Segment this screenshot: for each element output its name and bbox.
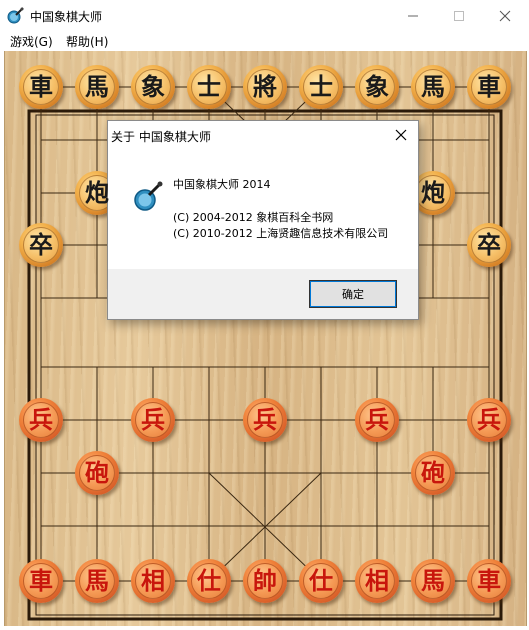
- piece-black-chariot[interactable]: 車: [19, 65, 63, 109]
- chess-app-icon: [7, 7, 24, 24]
- close-icon: [395, 129, 407, 141]
- piece-red-chariot[interactable]: 車: [467, 559, 511, 603]
- menu-game[interactable]: 游戏(G): [10, 32, 53, 51]
- dialog-copyright-2: (C) 2010-2012 上海贤趣信息技术有限公司: [173, 227, 389, 240]
- piece-black-soldier[interactable]: 卒: [467, 223, 511, 267]
- piece-black-elephant[interactable]: 象: [355, 65, 399, 109]
- dialog-close-button[interactable]: [390, 125, 412, 145]
- piece-red-soldier[interactable]: 兵: [467, 398, 511, 442]
- about-dialog: 关于 中国象棋大师 中国象棋大师 2014 (C) 2004-2012 象棋百科…: [107, 120, 419, 320]
- piece-black-elephant[interactable]: 象: [131, 65, 175, 109]
- piece-red-soldier[interactable]: 兵: [19, 398, 63, 442]
- piece-red-horse[interactable]: 馬: [411, 559, 455, 603]
- piece-red-elephant[interactable]: 相: [131, 559, 175, 603]
- piece-black-general[interactable]: 將: [243, 65, 287, 109]
- close-button[interactable]: [482, 0, 528, 31]
- piece-red-elephant[interactable]: 相: [355, 559, 399, 603]
- piece-red-general[interactable]: 帥: [243, 559, 287, 603]
- minimize-button[interactable]: [390, 0, 436, 31]
- piece-red-soldier[interactable]: 兵: [355, 398, 399, 442]
- piece-black-chariot[interactable]: 車: [467, 65, 511, 109]
- piece-red-advisor[interactable]: 仕: [299, 559, 343, 603]
- dialog-titlebar: 关于 中国象棋大师: [108, 121, 418, 148]
- chess-app-icon: [134, 181, 163, 211]
- piece-black-horse[interactable]: 馬: [75, 65, 119, 109]
- maximize-button[interactable]: [436, 0, 482, 31]
- window-titlebar: 中国象棋大师: [0, 0, 529, 31]
- close-icon: [499, 10, 511, 21]
- piece-red-soldier[interactable]: 兵: [131, 398, 175, 442]
- dialog-product-name: 中国象棋大师 2014: [173, 178, 271, 191]
- window-title: 中国象棋大师: [30, 10, 103, 24]
- piece-black-advisor[interactable]: 士: [299, 65, 343, 109]
- dialog-title: 关于 中国象棋大师: [111, 130, 211, 144]
- piece-red-chariot[interactable]: 車: [19, 559, 63, 603]
- dialog-body: 中国象棋大师 2014 (C) 2004-2012 象棋百科全书网 (C) 20…: [108, 148, 418, 269]
- piece-red-soldier[interactable]: 兵: [243, 398, 287, 442]
- piece-red-cannon[interactable]: 砲: [75, 451, 119, 495]
- menu-bar: 游戏(G) 帮助(H): [0, 31, 529, 51]
- piece-red-cannon[interactable]: 砲: [411, 451, 455, 495]
- ok-button[interactable]: 确定: [309, 280, 397, 308]
- piece-red-horse[interactable]: 馬: [75, 559, 119, 603]
- piece-red-advisor[interactable]: 仕: [187, 559, 231, 603]
- piece-black-advisor[interactable]: 士: [187, 65, 231, 109]
- maximize-icon: [454, 10, 464, 21]
- menu-help[interactable]: 帮助(H): [66, 32, 108, 51]
- dialog-footer: 确定: [108, 269, 418, 319]
- dialog-copyright-1: (C) 2004-2012 象棋百科全书网: [173, 211, 334, 224]
- piece-black-horse[interactable]: 馬: [411, 65, 455, 109]
- piece-black-soldier[interactable]: 卒: [19, 223, 63, 267]
- minimize-icon: [408, 15, 418, 16]
